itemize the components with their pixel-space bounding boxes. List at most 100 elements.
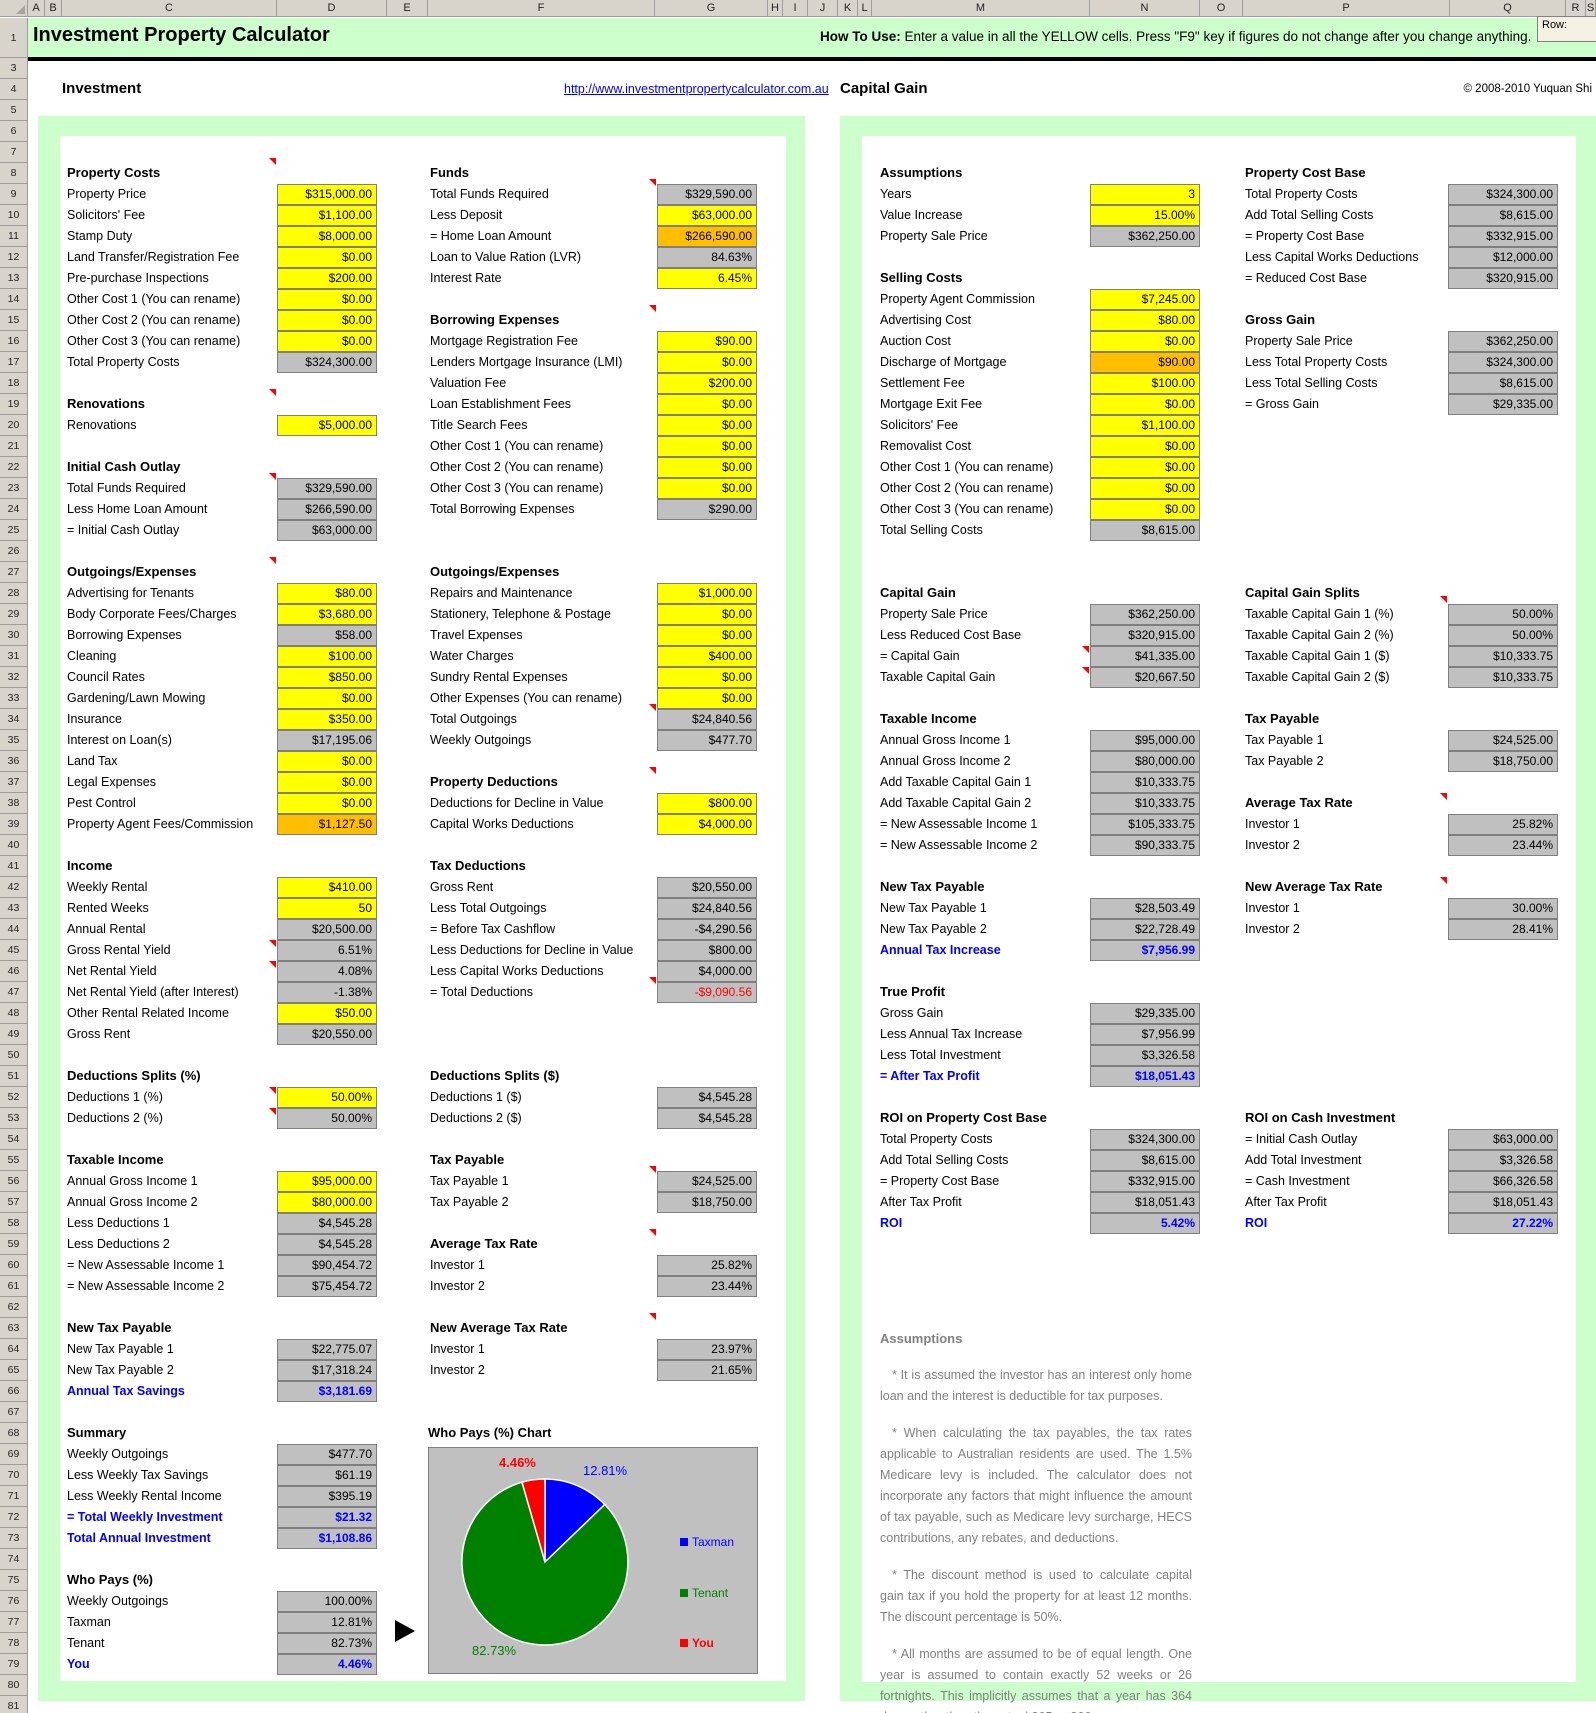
cell-pre-purchase-inspections[interactable]: $200.00 bbox=[277, 268, 377, 289]
cell-roi[interactable]: 27.22% bbox=[1448, 1213, 1558, 1234]
row-header-69[interactable]: 69 bbox=[0, 1444, 28, 1465]
column-header-I[interactable]: I bbox=[783, 0, 808, 17]
cell-total-funds-required[interactable]: $329,590.00 bbox=[657, 184, 757, 205]
column-header-P[interactable]: P bbox=[1243, 0, 1450, 17]
cell-total-property-costs[interactable]: $324,300.00 bbox=[1090, 1129, 1200, 1150]
cell-title-search-fees[interactable]: $0.00 bbox=[657, 415, 757, 436]
row-header-48[interactable]: 48 bbox=[0, 1003, 28, 1024]
cell-taxman[interactable]: 12.81% bbox=[277, 1612, 377, 1633]
cell-new-tax-payable-2[interactable]: $17,318.24 bbox=[277, 1360, 377, 1381]
row-header-68[interactable]: 68 bbox=[0, 1423, 28, 1444]
cell-new-assessable-income-1[interactable]: $105,333.75 bbox=[1090, 814, 1200, 835]
cell-annual-rental[interactable]: $20,500.00 bbox=[277, 919, 377, 940]
cell-net-rental-yield[interactable]: 4.08% bbox=[277, 961, 377, 982]
row-header-11[interactable]: 11 bbox=[0, 226, 28, 247]
cell-less-total-property-costs[interactable]: $324,300.00 bbox=[1448, 352, 1558, 373]
cell-taxable-capital-gain-1[interactable]: 50.00% bbox=[1448, 604, 1558, 625]
cell-tax-payable-1[interactable]: $24,525.00 bbox=[657, 1171, 757, 1192]
cell-solicitors-fee[interactable]: $1,100.00 bbox=[1090, 415, 1200, 436]
cell-deductions-1[interactable]: 50.00% bbox=[277, 1087, 377, 1108]
select-all-corner[interactable] bbox=[0, 0, 28, 17]
cell-auction-cost[interactable]: $0.00 bbox=[1090, 331, 1200, 352]
cell-years[interactable]: 3 bbox=[1090, 184, 1200, 205]
row-header-19[interactable]: 19 bbox=[0, 394, 28, 415]
cell-investor-2[interactable]: 28.41% bbox=[1448, 919, 1558, 940]
row-header-78[interactable]: 78 bbox=[0, 1633, 28, 1654]
row-header-25[interactable]: 25 bbox=[0, 520, 28, 541]
cell-annual-gross-income-2[interactable]: $80,000.00 bbox=[277, 1192, 377, 1213]
row-header-59[interactable]: 59 bbox=[0, 1234, 28, 1255]
cell-investor-1[interactable]: 25.82% bbox=[1448, 814, 1558, 835]
row-header-36[interactable]: 36 bbox=[0, 751, 28, 772]
cell-new-tax-payable-1[interactable]: $28,503.49 bbox=[1090, 898, 1200, 919]
row-header-30[interactable]: 30 bbox=[0, 625, 28, 646]
row-header-29[interactable]: 29 bbox=[0, 604, 28, 625]
cell-annual-tax-savings[interactable]: $3,181.69 bbox=[277, 1381, 377, 1402]
cell-other-rental-related-income[interactable]: $50.00 bbox=[277, 1003, 377, 1024]
cell-total-weekly-investment[interactable]: $21.32 bbox=[277, 1507, 377, 1528]
row-header-72[interactable]: 72 bbox=[0, 1507, 28, 1528]
cell-less-reduced-cost-base[interactable]: $320,915.00 bbox=[1090, 625, 1200, 646]
cell-annual-gross-income-1[interactable]: $95,000.00 bbox=[277, 1171, 377, 1192]
cell-gross-gain[interactable]: $29,335.00 bbox=[1448, 394, 1558, 415]
cell-property-agent-fees-commission[interactable]: $1,127.50 bbox=[277, 814, 377, 835]
cell-gross-rent[interactable]: $20,550.00 bbox=[277, 1024, 377, 1045]
cell-advertising-for-tenants[interactable]: $80.00 bbox=[277, 583, 377, 604]
row-header-7[interactable]: 7 bbox=[0, 142, 28, 163]
cell-pest-control[interactable]: $0.00 bbox=[277, 793, 377, 814]
cell-new-tax-payable-2[interactable]: $22,728.49 bbox=[1090, 919, 1200, 940]
cell-borrowing-expenses[interactable]: $58.00 bbox=[277, 625, 377, 646]
cell-cash-investment[interactable]: $66,326.58 bbox=[1448, 1171, 1558, 1192]
row-header-62[interactable]: 62 bbox=[0, 1297, 28, 1318]
cell-other-cost-2-you-can-rename[interactable]: $0.00 bbox=[657, 457, 757, 478]
cell-less-total-outgoings[interactable]: $24,840.56 bbox=[657, 898, 757, 919]
cell-tax-payable-2[interactable]: $18,750.00 bbox=[657, 1192, 757, 1213]
row-header-74[interactable]: 74 bbox=[0, 1549, 28, 1570]
cell-gross-rent[interactable]: $20,550.00 bbox=[657, 877, 757, 898]
cell-net-rental-yield-after-interest[interactable]: -1.38% bbox=[277, 982, 377, 1003]
cell-total-funds-required[interactable]: $329,590.00 bbox=[277, 478, 377, 499]
row-header-43[interactable]: 43 bbox=[0, 898, 28, 919]
cell-investor-2[interactable]: 23.44% bbox=[657, 1276, 757, 1297]
cell-mortgage-exit-fee[interactable]: $0.00 bbox=[1090, 394, 1200, 415]
row-header-51[interactable]: 51 bbox=[0, 1066, 28, 1087]
cell-discharge-of-mortgage[interactable]: $90.00 bbox=[1090, 352, 1200, 373]
cell-annual-tax-increase[interactable]: $7,956.99 bbox=[1090, 940, 1200, 961]
cell-other-cost-1-you-can-rename[interactable]: $0.00 bbox=[1090, 457, 1200, 478]
cell-total-selling-costs[interactable]: $8,615.00 bbox=[1090, 520, 1200, 541]
cell-after-tax-profit[interactable]: $18,051.43 bbox=[1090, 1066, 1200, 1087]
cell-deductions-1[interactable]: $4,545.28 bbox=[657, 1087, 757, 1108]
cell-add-taxable-capital-gain-1[interactable]: $10,333.75 bbox=[1090, 772, 1200, 793]
row-header-5[interactable]: 5 bbox=[0, 100, 28, 121]
row-header-49[interactable]: 49 bbox=[0, 1024, 28, 1045]
cell-add-taxable-capital-gain-2[interactable]: $10,333.75 bbox=[1090, 793, 1200, 814]
column-header-G[interactable]: G bbox=[655, 0, 768, 17]
cell-interest-on-loan-s[interactable]: $17,195.06 bbox=[277, 730, 377, 751]
cell-investor-1[interactable]: 30.00% bbox=[1448, 898, 1558, 919]
cell-stamp-duty[interactable]: $8,000.00 bbox=[277, 226, 377, 247]
cell-less-weekly-rental-income[interactable]: $395.19 bbox=[277, 1486, 377, 1507]
row-header-52[interactable]: 52 bbox=[0, 1087, 28, 1108]
cell-property-price[interactable]: $315,000.00 bbox=[277, 184, 377, 205]
cell-other-expenses-you-can-rename[interactable]: $0.00 bbox=[657, 688, 757, 709]
cell-total-property-costs[interactable]: $324,300.00 bbox=[277, 352, 377, 373]
cell-less-total-selling-costs[interactable]: $8,615.00 bbox=[1448, 373, 1558, 394]
cell-less-capital-works-deductions[interactable]: $4,000.00 bbox=[657, 961, 757, 982]
cell-renovations[interactable]: $5,000.00 bbox=[277, 415, 377, 436]
column-header-F[interactable]: F bbox=[428, 0, 655, 17]
row-header-45[interactable]: 45 bbox=[0, 940, 28, 961]
cell-investor-1[interactable]: 23.97% bbox=[657, 1339, 757, 1360]
column-header-H[interactable]: H bbox=[768, 0, 783, 17]
cell-total-deductions[interactable]: -$9,090.56 bbox=[657, 982, 757, 1003]
cell-total-property-costs[interactable]: $324,300.00 bbox=[1448, 184, 1558, 205]
cell-value-increase[interactable]: 15.00% bbox=[1090, 205, 1200, 226]
column-header-Q[interactable]: Q bbox=[1450, 0, 1566, 17]
column-header-N[interactable]: N bbox=[1090, 0, 1200, 17]
column-header-D[interactable]: D bbox=[277, 0, 387, 17]
cell-deductions-2[interactable]: 50.00% bbox=[277, 1108, 377, 1129]
cell-taxable-capital-gain-2[interactable]: $10,333.75 bbox=[1448, 667, 1558, 688]
cell-insurance[interactable]: $350.00 bbox=[277, 709, 377, 730]
cell-council-rates[interactable]: $850.00 bbox=[277, 667, 377, 688]
row-header-32[interactable]: 32 bbox=[0, 667, 28, 688]
cell-gross-rental-yield[interactable]: 6.51% bbox=[277, 940, 377, 961]
